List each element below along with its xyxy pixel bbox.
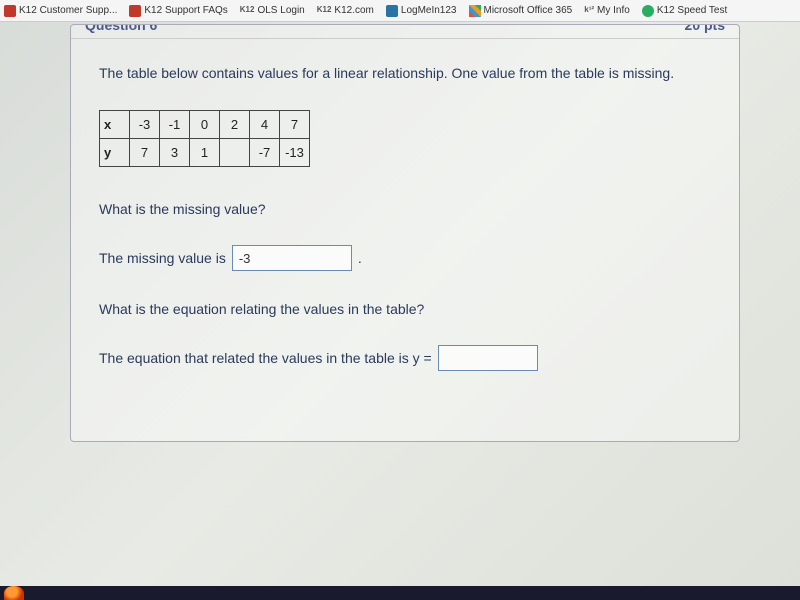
question-points: 20 pts — [685, 25, 725, 38]
answer-2-line: The equation that related the values in … — [99, 345, 711, 371]
table-cell: 7 — [130, 139, 160, 167]
table-cell: 1 — [190, 139, 220, 167]
row-label-y: y — [100, 139, 130, 167]
question-header: Question 6 20 pts — [71, 25, 739, 39]
missing-value-input[interactable] — [232, 245, 352, 271]
table-cell: 3 — [160, 139, 190, 167]
table-cell: -1 — [160, 111, 190, 139]
bookmark-my-info[interactable]: k¹² My Info — [584, 5, 630, 17]
table-cell: -7 — [250, 139, 280, 167]
bookmark-label: My Info — [597, 5, 630, 16]
data-table: x -3 -1 0 2 4 7 y 7 3 1 -7 -13 — [99, 110, 310, 167]
table-cell: -3 — [130, 111, 160, 139]
bookmark-label: LogMeIn123 — [401, 5, 457, 16]
tag-icon — [129, 5, 141, 17]
question-card: Question 6 20 pts The table below contai… — [70, 24, 740, 442]
table-cell: 7 — [280, 111, 310, 139]
question-number: Question 6 — [85, 25, 157, 38]
table-cell: 4 — [250, 111, 280, 139]
bookmark-microsoft-office[interactable]: Microsoft Office 365 — [469, 5, 573, 17]
bookmarks-bar: K12 Customer Supp... K12 Support FAQs K1… — [0, 0, 800, 22]
table-cell — [220, 139, 250, 167]
answer-1-suffix: . — [358, 250, 362, 266]
bookmark-label: Microsoft Office 365 — [484, 5, 573, 16]
bookmark-label: OLS Login — [257, 5, 304, 16]
row-label-x: x — [100, 111, 130, 139]
question-2: What is the equation relating the values… — [99, 301, 711, 317]
bookmark-label: K12 Support FAQs — [144, 5, 227, 16]
question-intro: The table below contains values for a li… — [99, 63, 711, 84]
bookmark-label: K12 Speed Test — [657, 5, 727, 16]
bookmark-k12-com[interactable]: K12 K12.com — [317, 5, 374, 17]
bookmark-k12-speed-test[interactable]: K12 Speed Test — [642, 5, 727, 17]
bookmark-label: K12 Customer Supp... — [19, 5, 117, 16]
question-1: What is the missing value? — [99, 201, 711, 217]
table-cell: 0 — [190, 111, 220, 139]
answer-1-prefix: The missing value is — [99, 250, 226, 266]
table-cell: -13 — [280, 139, 310, 167]
k12-icon: K12 — [317, 5, 332, 17]
table-cell: 2 — [220, 111, 250, 139]
globe-icon — [642, 5, 654, 17]
plus-icon — [386, 5, 398, 17]
bookmark-logmein[interactable]: LogMeIn123 — [386, 5, 457, 17]
tag-icon — [4, 5, 16, 17]
bookmark-ols-login[interactable]: K12 OLS Login — [240, 5, 305, 17]
equation-input[interactable] — [438, 345, 538, 371]
bookmark-label: K12.com — [334, 5, 373, 16]
firefox-icon[interactable] — [4, 586, 24, 600]
office-icon — [469, 5, 481, 17]
table-row: x -3 -1 0 2 4 7 — [100, 111, 310, 139]
k12-icon: K12 — [240, 5, 255, 17]
answer-1-line: The missing value is . — [99, 245, 711, 271]
k12-icon: k¹² — [584, 5, 594, 17]
bookmark-k12-support-faqs[interactable]: K12 Support FAQs — [129, 5, 227, 17]
table-row: y 7 3 1 -7 -13 — [100, 139, 310, 167]
bookmark-k12-customer-support[interactable]: K12 Customer Supp... — [4, 5, 117, 17]
answer-2-prefix: The equation that related the values in … — [99, 350, 432, 366]
taskbar — [0, 586, 800, 600]
